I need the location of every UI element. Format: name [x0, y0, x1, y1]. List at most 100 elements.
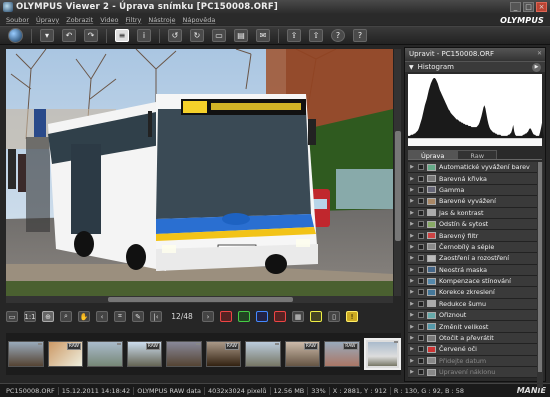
expand-arrow-icon[interactable]: ▶	[408, 335, 416, 341]
blue-label-icon[interactable]	[256, 311, 268, 322]
expand-arrow-icon[interactable]: ▶	[408, 233, 416, 239]
edit-tool-item[interactable]: ▶ Automatické vyvážení barev	[408, 162, 543, 174]
list-view-icon[interactable]: ≡	[115, 29, 129, 42]
compare-mode-icon[interactable]: ▦	[292, 311, 304, 322]
maximize-button[interactable]: □	[523, 2, 534, 12]
print-icon[interactable]: ▤	[234, 29, 248, 42]
enable-checkbox[interactable]	[418, 300, 424, 307]
split-view-icon[interactable]: ▯	[328, 311, 340, 322]
thumbnail[interactable]	[8, 341, 44, 367]
expand-arrow-icon[interactable]: ▶	[408, 255, 416, 261]
expand-arrow-icon[interactable]: ▶	[408, 358, 416, 364]
upload-icon[interactable]: ⇧	[309, 29, 323, 42]
info-icon[interactable]: i	[137, 29, 151, 42]
expand-arrow-icon[interactable]: ▶	[408, 278, 416, 284]
edit-tool-item[interactable]: ▶ Otočit a převrátit	[408, 332, 543, 345]
edit-tool-item[interactable]: ▶ Přidejte datum	[408, 355, 543, 368]
back-icon[interactable]: ‹	[96, 311, 108, 322]
edit-tool-item[interactable]: ▶ Změnit velikost	[408, 321, 543, 333]
expand-arrow-icon[interactable]: ▶	[408, 346, 416, 352]
green-label-icon[interactable]	[238, 311, 250, 322]
thumbnail[interactable]: RAW	[205, 341, 241, 367]
rotate-right-icon[interactable]: ↻	[190, 29, 204, 42]
edit-tool-item[interactable]: ▶ Zaostření a rozostření	[408, 253, 543, 265]
menu-edit[interactable]: Úpravy	[36, 16, 59, 24]
edit-tool-item[interactable]: ▶ Kompenzace stínování	[408, 275, 543, 288]
edit-tool-item[interactable]: ▶ Černobílý a sépie	[408, 241, 543, 254]
expand-arrow-icon[interactable]: ▶	[408, 324, 416, 330]
share-icon[interactable]: ⇪	[287, 29, 301, 42]
tab-raw[interactable]: Raw	[457, 150, 498, 160]
fit-screen-icon[interactable]: ▭	[6, 311, 18, 322]
menu-file[interactable]: Soubor	[6, 16, 29, 24]
thumbnail[interactable]: RAW	[324, 341, 360, 367]
minimize-button[interactable]: _	[510, 2, 521, 12]
red-label-icon[interactable]	[220, 311, 232, 322]
enable-checkbox[interactable]	[418, 243, 424, 250]
warning-icon[interactable]: !	[346, 311, 358, 322]
menu-tools[interactable]: Nástroje	[148, 16, 175, 24]
thumbnail-selected[interactable]	[363, 338, 402, 370]
menu-help[interactable]: Nápověda	[182, 16, 215, 24]
email-icon[interactable]: ✉	[256, 29, 270, 42]
hand-tool-icon[interactable]: ✋	[78, 311, 90, 322]
expand-arrow-icon[interactable]: ▶	[408, 210, 416, 216]
globe-icon[interactable]	[8, 28, 23, 43]
redo-icon[interactable]: ↷	[84, 29, 98, 42]
edit-tool-item[interactable]: ▶ Barevný filtr	[408, 230, 543, 242]
enable-checkbox[interactable]	[418, 346, 424, 353]
undo-icon[interactable]: ↶	[62, 29, 76, 42]
enable-checkbox[interactable]	[418, 289, 424, 296]
edit-tool-item[interactable]: ▶ Neostrá maska	[408, 264, 543, 276]
thumbnail[interactable]: RAW	[126, 341, 162, 367]
edit-tool-item[interactable]: ▶ Redukce šumu	[408, 298, 543, 311]
scroll-thumb[interactable]	[395, 131, 401, 241]
close-button[interactable]: ×	[536, 2, 547, 12]
menu-filters[interactable]: Filtry	[125, 16, 141, 24]
help-icon[interactable]: ?	[331, 29, 345, 42]
enable-checkbox[interactable]	[418, 164, 424, 171]
enable-checkbox[interactable]	[418, 209, 424, 216]
enable-checkbox[interactable]	[418, 255, 424, 262]
edit-tool-item[interactable]: ▶ Ořiznout	[408, 310, 543, 322]
manual-icon[interactable]: ?	[353, 29, 367, 42]
scroll-thumb[interactable]	[538, 162, 542, 372]
thumbnail[interactable]: RAW	[47, 341, 83, 367]
menu-view[interactable]: Zobrazit	[66, 16, 93, 24]
thumbnail[interactable]: RAW	[284, 341, 320, 367]
rotate-left-icon[interactable]: ↺	[168, 29, 182, 42]
enable-checkbox[interactable]	[418, 266, 424, 273]
enable-checkbox[interactable]	[418, 221, 424, 228]
list-scrollbar[interactable]	[537, 162, 543, 388]
zoom-in-icon[interactable]: ⊕	[42, 311, 54, 322]
enable-checkbox[interactable]	[418, 357, 424, 364]
expand-arrow-icon[interactable]: ▶	[408, 176, 416, 182]
crop-icon[interactable]: ⌗	[114, 311, 126, 322]
first-image-icon[interactable]: |‹	[150, 311, 162, 322]
highlight-frame-icon[interactable]	[310, 311, 322, 322]
edit-tool-item[interactable]: ▶ Barevná křivka	[408, 173, 543, 185]
edit-icon[interactable]: ✎	[132, 311, 144, 322]
expand-arrow-icon[interactable]: ▶	[408, 267, 416, 273]
enable-checkbox[interactable]	[418, 323, 424, 330]
edit-tool-item[interactable]: ▶ Červené oči	[408, 344, 543, 356]
expand-arrow-icon[interactable]: ▶	[408, 187, 416, 193]
expand-arrow-icon[interactable]: ▶	[408, 289, 416, 295]
enable-checkbox[interactable]	[418, 312, 424, 319]
histogram-options-icon[interactable]: ▶	[532, 62, 541, 72]
edit-tool-item[interactable]: ▶ Gamma	[408, 184, 543, 197]
enable-checkbox[interactable]	[418, 232, 424, 239]
edit-tool-item[interactable]: ▶ Barevné vyvážení	[408, 196, 543, 208]
thumbnail[interactable]	[166, 341, 202, 367]
menu-video[interactable]: Video	[100, 16, 118, 24]
edit-tool-item[interactable]: ▶ Odstín & sytost	[408, 218, 543, 231]
save-icon[interactable]: ▾	[40, 29, 54, 42]
panel-close-icon[interactable]: ✕	[537, 50, 542, 57]
zoom-out-icon[interactable]: ⌕	[60, 311, 72, 322]
expand-arrow-icon[interactable]: ▶	[408, 369, 416, 375]
enable-checkbox[interactable]	[418, 369, 424, 376]
enable-checkbox[interactable]	[418, 175, 424, 182]
edit-tool-item[interactable]: ▶ Upravení náklonu	[408, 367, 543, 379]
expand-arrow-icon[interactable]: ▶	[408, 312, 416, 318]
expand-arrow-icon[interactable]: ▶	[408, 164, 416, 170]
